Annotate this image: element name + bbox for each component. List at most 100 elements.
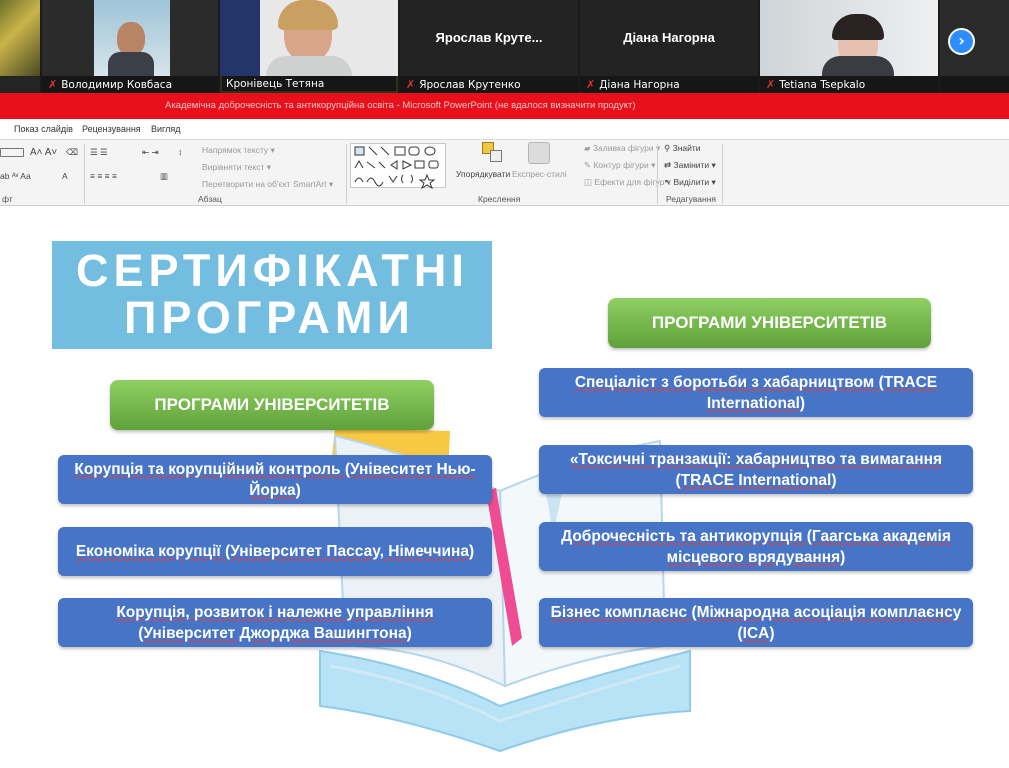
program-label: Корупція, розвиток і належне управління … [116,603,434,642]
shape-fill-label: Заливка фігури [592,143,654,153]
participant-name-bar: ✗ Діана Нагорна [580,76,758,93]
participant-tile[interactable]: Діана Нагорна ✗ Діана Нагорна [580,0,758,93]
participant-name: Володимир Ковбаса [61,79,172,91]
participant-tile-active[interactable]: Кронівець Тетяна [220,0,398,93]
group-separator [84,144,85,204]
mic-muted-icon: ✗ [406,78,416,91]
mic-muted-icon: ✗ [48,78,58,91]
replace-label: Замінити [673,160,710,170]
right-program-box: Бізнес комплаєнс (Міжнародна асоціація к… [539,598,973,647]
participant-name-bar [940,76,1009,93]
arrange-icon[interactable] [482,142,504,164]
mic-muted-icon: ✗ [586,78,596,91]
participant-name-bar: ✗ Володимир Ковбаса [42,76,218,93]
participant-video [220,0,398,76]
font-size-box-icon[interactable] [0,148,24,157]
program-label: «Токсичні транзакції: хабарництво та вим… [569,450,943,489]
slide-title-line1: СЕРТИФІКАТНІ [76,245,469,296]
tab-view[interactable]: Вигляд [151,124,181,134]
slide-title: СЕРТИФІКАТНІ ПРОГРАМИ [52,241,492,349]
grow-font-icon[interactable]: A˄ A˅ [30,147,57,158]
shapes-gallery[interactable] [350,143,446,190]
participant-name: Tetiana Tsepkalo [779,79,866,91]
select-button[interactable]: ↖ Виділити ▾ [664,177,716,188]
participant-video [760,0,938,76]
window-title-bar: Академічна доброчесність та антикорупцій… [0,93,1009,119]
slide-title-line2: ПРОГРАМИ [124,292,415,343]
participant-name-bar: ✗ Ярослав Крутенко [400,76,578,93]
shape-outline-button[interactable]: ✎ Контур фігури ▾ [584,160,655,171]
participant-tile[interactable]: ✗ Tetiana Tsepkalo [760,0,938,93]
clear-format-icon[interactable]: ⌫ [66,147,78,158]
left-program-box: Корупція, розвиток і належне управління … [58,598,492,647]
group-separator [722,144,723,204]
drawing-group-label: Креслення [478,194,521,204]
find-label: Знайти [672,143,701,153]
shapes-gallery-icons [354,146,439,190]
paragraph-group-label: Абзац [198,194,222,204]
left-program-box: Корупція та корупційний контроль (Унівес… [58,455,492,504]
participant-display-name: Ярослав Круте... [435,30,543,45]
tab-review[interactable]: Рецензування [82,124,141,134]
convert-smartart-button[interactable]: Перетворити на об'єкт SmartArt ▾ [202,179,333,190]
slide: СЕРТИФІКАТНІ ПРОГРАМИ ПРОГРАМИ УНІВЕРСИТ… [0,206,1009,768]
participant-tile[interactable] [0,0,40,93]
right-program-box: Доброчесність та антикорупція (Гаагська … [539,522,973,571]
text-direction-button[interactable]: Напрямок тексту ▾ [202,145,275,156]
program-label: Спеціаліст з боротьби з хабарництвом (TR… [574,373,938,412]
ribbon-tabs: Показ слайдів Рецензування Вигляд [0,119,1009,140]
participant-video [0,0,40,76]
participant-name-bar [0,76,40,93]
shape-fill-button[interactable]: ▰ Заливка фігури ▾ [584,143,660,154]
program-label: Корупція та корупційний контроль (Унівес… [74,460,476,499]
ribbon: A˄ A˅ ⌫ ab ᴬᵛ Aa A фт ☰ ☰ ⇤ ⇥ ↕ ≡ ≡ ≡ ≡ … [0,140,1009,206]
participant-name: Кронівець Тетяна [226,78,325,90]
quick-styles-icon[interactable] [528,142,550,164]
editing-group-label: Редагування [666,194,717,204]
participant-tile[interactable]: Ярослав Круте... ✗ Ярослав Крутенко [400,0,578,93]
find-button[interactable]: ⚲ Знайти [664,143,701,154]
bullets-icon[interactable]: ☰ ☰ [90,147,108,158]
shape-outline-label: Контур фігури [593,160,649,170]
chevron-right-icon[interactable]: › [948,28,975,55]
quick-styles-label[interactable]: Експрес-стилі [512,169,567,179]
select-label: Виділити [673,177,710,187]
font-color-icon[interactable]: ab ᴬᵛ Aa [0,171,31,181]
participant-name: Ярослав Крутенко [419,79,521,91]
group-separator [657,144,658,204]
font-group-label: фт [2,194,13,204]
right-header-pill: ПРОГРАМИ УНІВЕРСИТЕТІВ [608,298,931,348]
align-text-button[interactable]: Вирівняти текст ▾ [202,162,271,173]
program-label: Економіка корупції (Університет Пассау, … [75,543,475,560]
replace-button[interactable]: ⇄ Замінити ▾ [664,160,716,171]
shape-effects-label: Ефекти для фігур [594,177,665,187]
window-title: Академічна доброчесність та антикорупцій… [165,100,636,111]
text-direction-label: Напрямок тексту [202,145,269,155]
group-separator [346,144,347,204]
line-spacing-icon[interactable]: ↕ [178,147,182,157]
binoculars-icon: ⚲ [664,143,673,153]
tab-slideshow[interactable]: Показ слайдів [14,124,73,134]
convert-smartart-label: Перетворити на об'єкт SmartArt [202,179,327,189]
columns-icon[interactable]: ▥ [160,171,168,182]
participant-display-name: Діана Нагорна [623,30,715,45]
participant-name: Діана Нагорна [599,79,680,91]
program-label: Бізнес комплаєнс (Міжнародна асоціація к… [550,603,962,642]
left-header-pill: ПРОГРАМИ УНІВЕРСИТЕТІВ [110,380,434,430]
text-color-icon[interactable]: A [62,171,68,181]
participant-name-bar: ✗ Tetiana Tsepkalo [760,76,938,93]
participant-video [42,0,218,76]
indent-icon[interactable]: ⇤ ⇥ [142,147,159,158]
right-program-box: «Токсичні транзакції: хабарництво та вим… [539,445,973,494]
participant-tile[interactable]: ✗ Володимир Ковбаса [42,0,218,93]
arrange-label[interactable]: Упорядкувати [456,169,510,179]
left-program-box: Економіка корупції (Університет Пассау, … [58,527,492,576]
program-label: Доброчесність та антикорупція (Гаагська … [561,527,951,566]
participant-name-bar: Кронівець Тетяна [220,76,398,93]
align-text-label: Вирівняти текст [202,162,265,172]
paint-bucket-icon: ▰ [584,143,593,153]
effects-icon: ◫ [584,177,595,187]
right-program-box: Спеціаліст з боротьби з хабарництвом (TR… [539,368,973,417]
align-icon[interactable]: ≡ ≡ ≡ ≡ [90,171,117,181]
mic-muted-icon: ✗ [766,78,776,91]
